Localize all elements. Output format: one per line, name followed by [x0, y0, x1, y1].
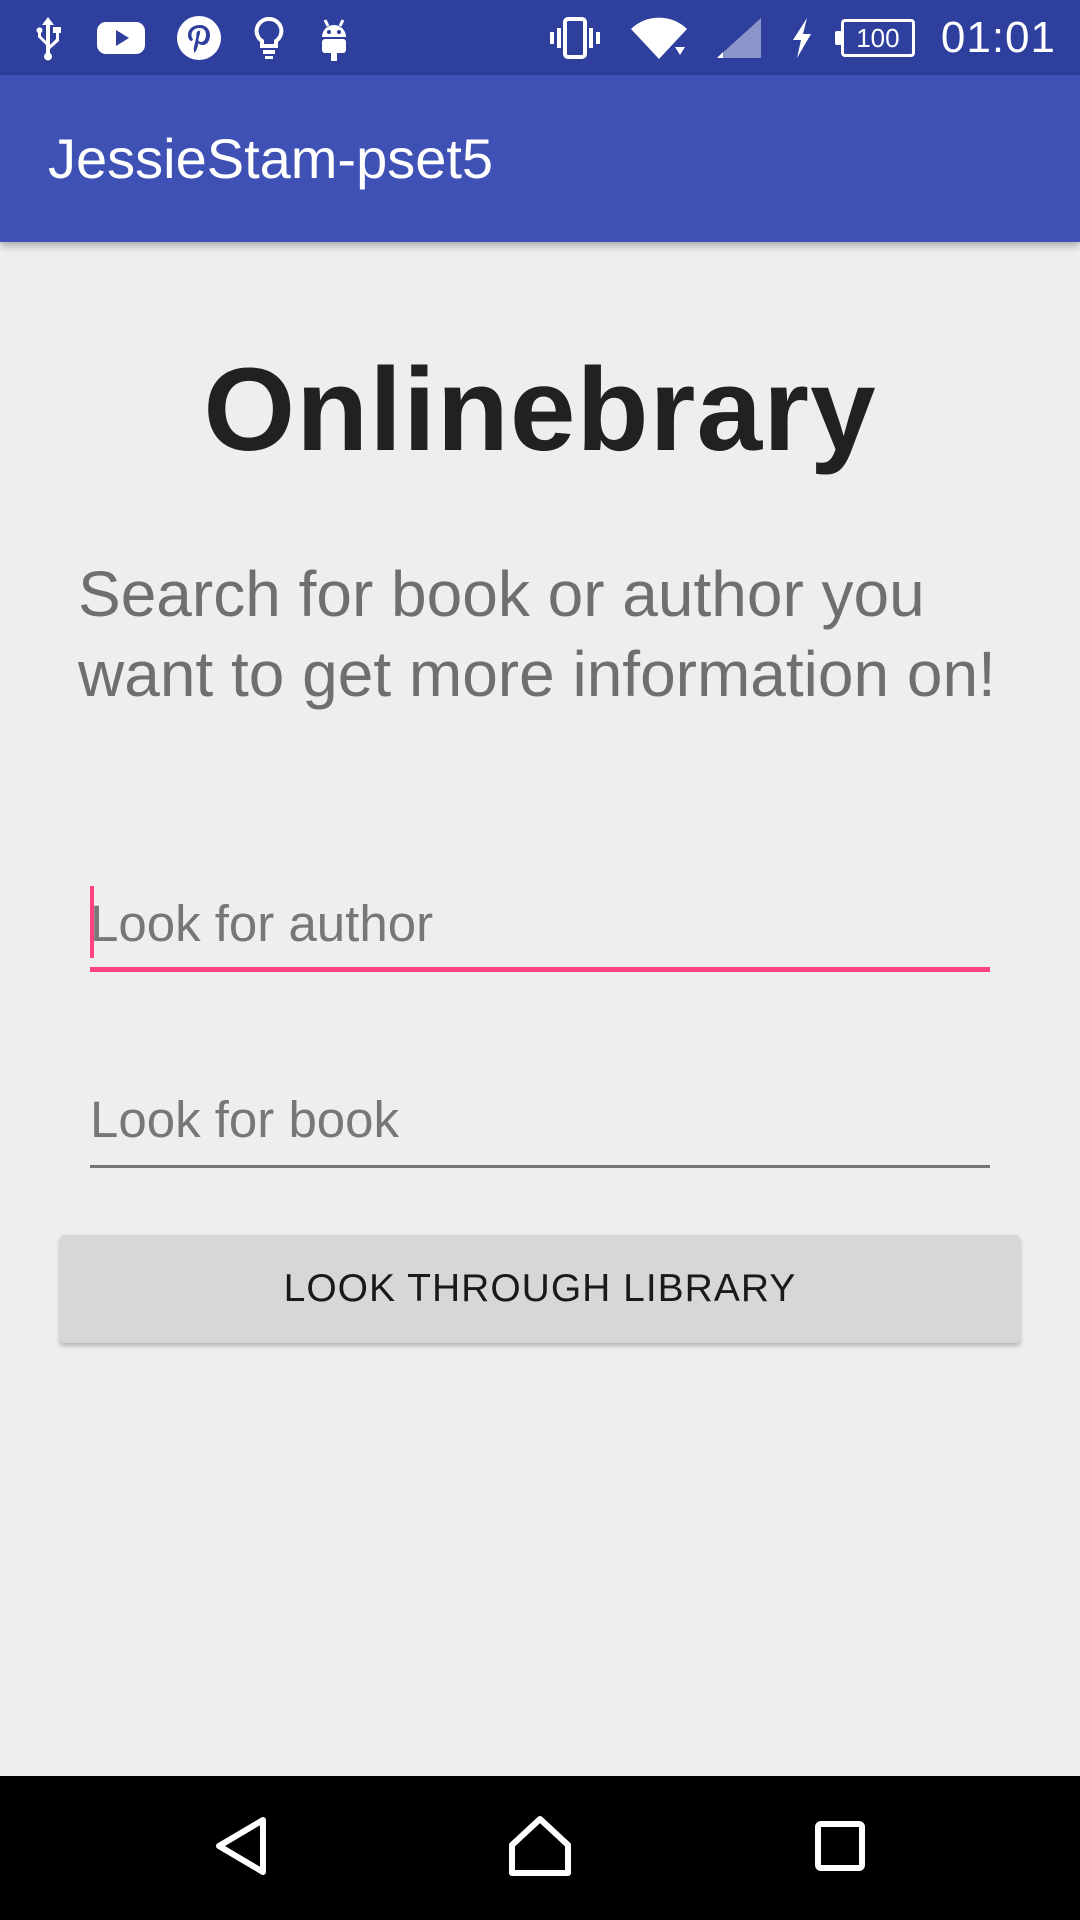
text-cursor — [90, 886, 94, 958]
author-search-input[interactable] — [90, 882, 990, 964]
lightbulb-icon — [252, 15, 286, 61]
recents-button[interactable] — [780, 1776, 900, 1920]
clock-time: 01:01 — [940, 12, 1056, 62]
main-content: Onlinebrary Search for book or author yo… — [0, 242, 1080, 1776]
android-icon — [316, 15, 352, 61]
book-search-input[interactable] — [90, 1078, 990, 1160]
charging-icon — [789, 16, 815, 60]
book-field-container — [90, 1078, 990, 1168]
instruction-text: Search for book or author you want to ge… — [78, 558, 996, 710]
battery-icon: 100 — [834, 18, 915, 57]
home-button[interactable] — [480, 1776, 600, 1920]
navigation-bar — [0, 1776, 1080, 1920]
signal-icon — [715, 16, 763, 60]
recents-icon — [814, 1820, 866, 1877]
vibrate-icon — [547, 16, 603, 60]
wifi-icon — [629, 15, 689, 61]
pinterest-icon — [176, 15, 222, 61]
back-button[interactable] — [181, 1776, 301, 1920]
usb-icon — [30, 15, 66, 61]
home-icon — [508, 1815, 572, 1882]
youtube-icon — [96, 19, 146, 57]
status-bar: 100 01:01 — [0, 0, 1080, 75]
app-title: JessieStam-pset5 — [48, 127, 494, 190]
system-icons: 100 01:01 — [547, 0, 1056, 75]
book-field-underline — [90, 1165, 990, 1168]
look-through-library-button[interactable]: LOOK THROUGH LIBRARY — [60, 1235, 1020, 1343]
notification-icons — [30, 0, 352, 75]
author-field-underline — [90, 967, 990, 972]
author-field-container — [90, 882, 990, 972]
page-title: Onlinebrary — [203, 344, 877, 476]
app-bar: JessieStam-pset5 — [0, 75, 1080, 242]
back-icon — [213, 1816, 269, 1881]
